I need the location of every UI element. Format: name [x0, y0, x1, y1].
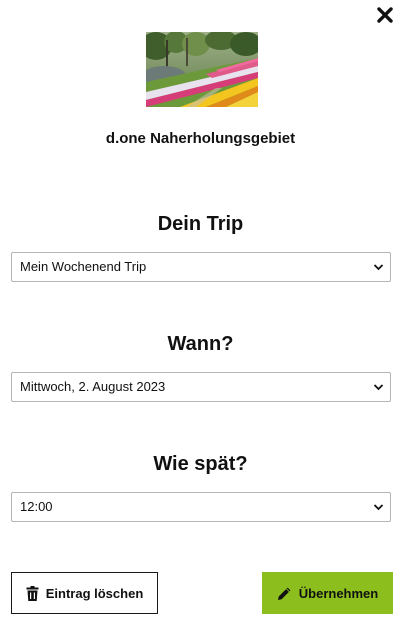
close-button[interactable]: [375, 5, 395, 25]
close-icon: [377, 7, 393, 23]
trip-select[interactable]: Mein Wochenend Trip: [11, 252, 391, 282]
delete-entry-button[interactable]: Eintrag löschen: [11, 572, 158, 614]
chevron-down-icon: [373, 503, 384, 511]
pencil-icon: [277, 586, 292, 601]
date-select[interactable]: Mittwoch, 2. August 2023: [11, 372, 391, 402]
trash-icon: [26, 585, 39, 601]
place-name: d.one Naherholungsgebiet: [105, 130, 296, 147]
trip-select-value: Mein Wochenend Trip: [20, 259, 147, 274]
trip-entry-dialog: d.one Naherholungsgebiet Dein Trip Mein …: [0, 0, 401, 620]
delete-entry-label: Eintrag löschen: [45, 585, 144, 601]
time-title: Wie spät?: [153, 453, 248, 475]
time-select[interactable]: 12:00: [11, 492, 391, 522]
trip-title: Dein Trip: [157, 213, 244, 235]
when-title: Wann?: [167, 333, 234, 355]
chevron-down-icon: [373, 383, 384, 391]
apply-label: Übernehmen: [298, 585, 379, 601]
date-select-value: Mittwoch, 2. August 2023: [20, 379, 166, 394]
place-image: [146, 32, 258, 107]
chevron-down-icon: [373, 263, 384, 271]
time-select-value: 12:00: [20, 499, 53, 514]
apply-button[interactable]: Übernehmen: [262, 572, 393, 614]
